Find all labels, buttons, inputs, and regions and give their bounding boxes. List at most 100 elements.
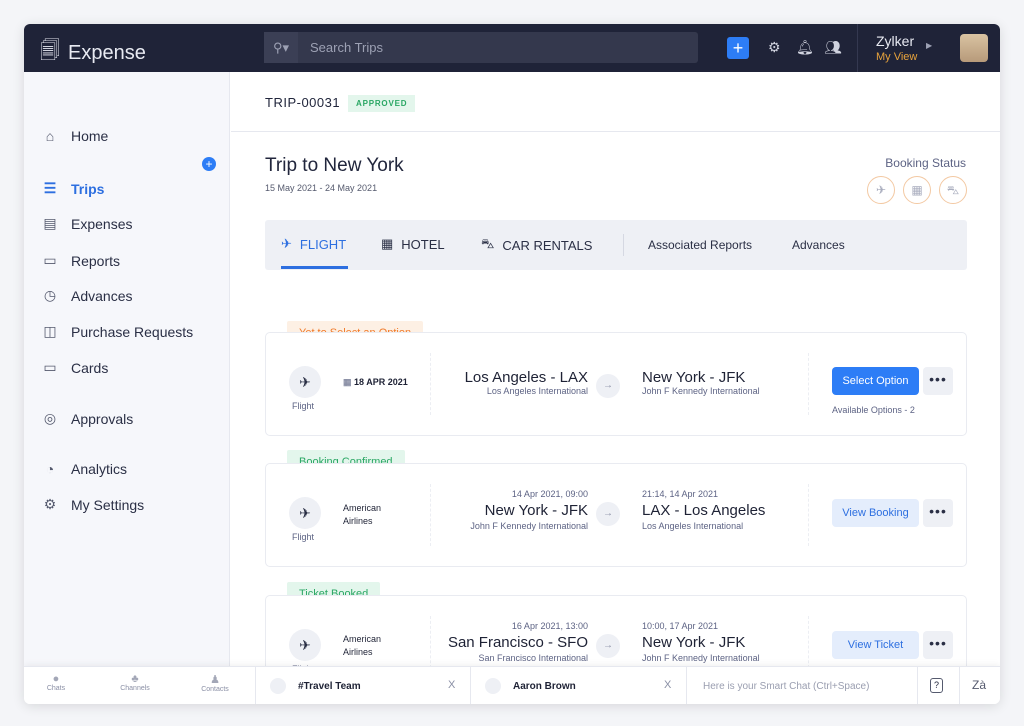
- divider: [430, 353, 431, 415]
- sidebar-item-cards[interactable]: ▭Cards: [42, 359, 108, 376]
- search-input[interactable]: ⚲▾ Search Trips: [264, 32, 698, 63]
- user-name: Zylker: [876, 33, 914, 49]
- view-booking-button[interactable]: View Booking: [832, 499, 919, 527]
- tab-label: CAR RENTALS: [502, 238, 592, 253]
- tab-associated-reports[interactable]: Associated Reports: [648, 238, 752, 252]
- calendar-icon: ▦: [343, 377, 354, 387]
- origin-airport: San Francisco International: [448, 653, 588, 663]
- sidebar-item-analytics[interactable]: ◔Analytics: [42, 461, 127, 477]
- more-options-button[interactable]: •••: [923, 367, 953, 395]
- tab-divider: [623, 234, 624, 256]
- avatar[interactable]: [960, 34, 988, 62]
- departure-time: 14 Apr 2021, 09:00: [470, 489, 588, 499]
- sidebar-label: Advances: [71, 288, 132, 304]
- trip-tabs: ✈ FLIGHT ▦HOTEL ⛍CAR RENTALS Associated R…: [265, 220, 967, 270]
- divider: [430, 484, 431, 546]
- channels-button[interactable]: ♣Channels: [110, 673, 160, 692]
- active-tab-indicator: [281, 266, 348, 269]
- chats-label: Chats: [47, 685, 65, 692]
- tab-label: FLIGHT: [300, 237, 346, 252]
- trip-dates: 15 May 2021 - 24 May 2021: [265, 183, 377, 193]
- flight-card: ✈ Flight American Airlines 14 Apr 2021, …: [265, 463, 967, 567]
- sidebar-item-trips[interactable]: ☰Trips: [42, 180, 104, 197]
- arrow-right-icon: →: [596, 374, 620, 398]
- sidebar-label: Reports: [71, 253, 120, 269]
- more-options-button[interactable]: •••: [923, 631, 953, 659]
- destination: 21:14, 14 Apr 2021LAX - Los AngelesLos A…: [642, 489, 765, 531]
- chat-tab-aaron-brown[interactable]: Aaron Brown: [485, 667, 576, 704]
- sidebar-item-approvals[interactable]: ◎ Approvals: [42, 410, 133, 427]
- origin-city: Los Angeles - LAX: [465, 369, 588, 386]
- page-title: Trip to New York: [265, 155, 404, 177]
- flight-icon: ✈: [289, 366, 321, 398]
- users-icon[interactable]: 👥︎: [824, 39, 842, 56]
- type-label: Flight: [292, 532, 314, 542]
- departure-time: 16 Apr 2021, 13:00: [448, 621, 588, 631]
- sidebar-item-purchase-requests[interactable]: ◫Purchase Requests: [42, 323, 193, 340]
- sidebar-item-advances[interactable]: ◷ Advances: [42, 287, 132, 304]
- sidebar-item-home[interactable]: ⌂Home: [42, 128, 108, 144]
- app-logo[interactable]: 🗐Expense: [40, 36, 146, 70]
- expense-logo-icon: 🗐: [40, 36, 60, 70]
- search-placeholder: Search Trips: [310, 40, 383, 55]
- plane-icon: ✈: [281, 236, 292, 252]
- sidebar-label: Expenses: [71, 216, 132, 232]
- translate-icon[interactable]: Zà: [972, 678, 986, 692]
- tab-label: Advances: [792, 238, 845, 252]
- arrow-right-icon: →: [596, 634, 620, 658]
- tab-flight[interactable]: ✈ FLIGHT: [281, 236, 346, 252]
- tab-label: HOTEL: [401, 237, 444, 252]
- gear-icon[interactable]: ⚙: [768, 39, 781, 56]
- add-trip-button[interactable]: +: [202, 157, 216, 171]
- divider: [470, 667, 471, 704]
- chat-tab-label: #Travel Team: [298, 681, 361, 692]
- view-ticket-button[interactable]: View Ticket: [832, 631, 919, 659]
- main-content: TRIP-00031 APPROVED Trip to New York 15 …: [231, 72, 1000, 666]
- chats-button[interactable]: ●Chats: [31, 673, 81, 692]
- chevron-right-icon: ▶: [926, 41, 932, 50]
- origin: 16 Apr 2021, 13:00San Francisco - SFOSan…: [448, 621, 588, 663]
- available-options: Available Options - 2: [832, 405, 915, 415]
- app-window: 🗐Expense ⚲▾ Search Trips + ⚙ 🔔︎ 👥︎ Zylker…: [24, 24, 1000, 704]
- contacts-button[interactable]: ♟Contacts: [190, 673, 240, 693]
- tab-hotel[interactable]: ▦HOTEL: [381, 236, 445, 252]
- sidebar-label: My Settings: [71, 497, 144, 513]
- search-icon[interactable]: ⚲▾: [264, 32, 298, 63]
- date-text: 18 APR 2021: [354, 377, 408, 387]
- booking-status-label: Booking Status: [885, 156, 966, 170]
- more-options-button[interactable]: •••: [923, 499, 953, 527]
- arrival-time: 21:14, 14 Apr 2021: [642, 489, 765, 499]
- sidebar-label: Approvals: [71, 411, 133, 427]
- clock-icon: ◷: [42, 287, 58, 304]
- close-icon[interactable]: X: [664, 679, 671, 691]
- flight-icon: ✈: [289, 497, 321, 529]
- divider: [255, 667, 256, 704]
- contact-icon: ♟: [190, 673, 240, 686]
- destination-city: New York - JFK: [642, 369, 760, 386]
- sidebar-item-reports[interactable]: ▭ Reports: [42, 252, 120, 269]
- destination: New York - JFKJohn F Kennedy Internation…: [642, 369, 760, 396]
- user-view: My View: [876, 51, 917, 63]
- check-circle-icon: ◎: [42, 410, 58, 427]
- add-button[interactable]: +: [727, 37, 749, 59]
- sidebar-item-expenses[interactable]: ▤Expenses: [42, 215, 132, 232]
- sidebar-item-my-settings[interactable]: ⚙My Settings: [42, 496, 144, 513]
- tab-car-rentals[interactable]: ⛍CAR RENTALS: [481, 236, 592, 254]
- help-icon[interactable]: ?: [930, 678, 943, 693]
- sidebar-label: Purchase Requests: [71, 324, 193, 340]
- select-option-button[interactable]: Select Option: [832, 367, 919, 395]
- pie-icon: ◔: [42, 461, 58, 477]
- origin-city: New York - JFK: [470, 502, 588, 519]
- bell-icon[interactable]: 🔔︎: [796, 39, 814, 56]
- tab-advances[interactable]: Advances: [792, 238, 845, 252]
- origin-airport: Los Angeles International: [465, 386, 588, 396]
- sidebar-label: Cards: [71, 360, 108, 376]
- folder-icon: ▭: [42, 252, 58, 269]
- user-menu[interactable]: Zylker My View ▶: [857, 24, 1000, 72]
- flight-status-icon: ✈: [867, 176, 895, 204]
- hotel-status-icon: ▦: [903, 176, 931, 204]
- close-icon[interactable]: X: [448, 679, 455, 691]
- tab-label: Associated Reports: [648, 238, 752, 252]
- smart-chat-input[interactable]: Here is your Smart Chat (Ctrl+Space): [703, 667, 869, 704]
- chat-tab-travel-team[interactable]: #Travel Team: [270, 667, 361, 704]
